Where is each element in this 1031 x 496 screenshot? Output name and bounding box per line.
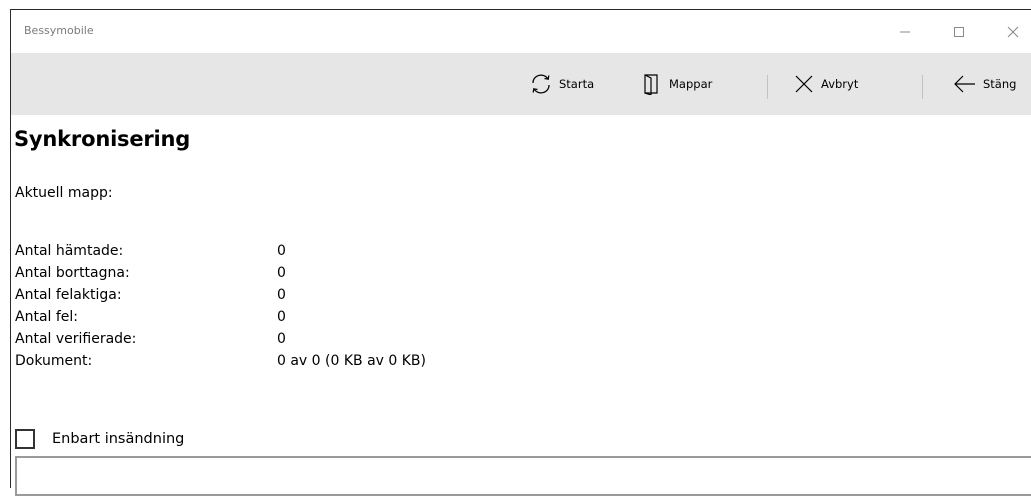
close-page-button[interactable]: Stäng	[953, 72, 1016, 96]
maximize-icon	[954, 27, 964, 37]
stat-verified-value: 0	[277, 331, 286, 347]
stat-faulty-label: Antal felaktiga:	[15, 287, 122, 303]
app-window: Bessymobile Starta Mappar Avbryt Stäng	[10, 9, 1031, 488]
close-icon	[1007, 26, 1019, 38]
stat-removed-label: Antal borttagna:	[15, 265, 130, 281]
stat-errors-label: Antal fel:	[15, 309, 79, 325]
log-textbox[interactable]	[15, 456, 1031, 496]
folder-book-icon	[644, 74, 658, 95]
app-title: Bessymobile	[24, 24, 94, 37]
current-folder-label: Aktuell mapp:	[15, 185, 113, 201]
stat-documents-value: 0 av 0 (0 KB av 0 KB)	[277, 353, 427, 369]
cancel-label: Avbryt	[821, 77, 859, 91]
only-submit-label[interactable]: Enbart insändning	[52, 429, 184, 449]
close-page-label: Stäng	[983, 77, 1017, 91]
stat-faulty-value: 0	[277, 287, 286, 303]
close-x-icon	[795, 75, 813, 93]
minimize-button[interactable]	[882, 18, 928, 46]
stat-downloaded-label: Antal hämtade:	[15, 243, 124, 259]
maximize-button[interactable]	[936, 18, 982, 46]
sync-icon	[532, 74, 550, 94]
title-bar[interactable]: Bessymobile	[11, 10, 1031, 53]
stat-removed-value: 0	[277, 265, 286, 281]
start-button[interactable]: Starta	[529, 72, 594, 96]
toolbar-separator	[767, 75, 768, 99]
stat-errors-value: 0	[277, 309, 286, 325]
back-arrow-icon	[954, 75, 975, 93]
minimize-icon	[900, 31, 910, 33]
stat-documents-label: Dokument:	[15, 353, 93, 369]
close-window-button[interactable]	[990, 18, 1031, 46]
page-title: Synkronisering	[14, 127, 191, 151]
start-label: Starta	[559, 77, 595, 91]
folders-label: Mappar	[669, 77, 713, 91]
cancel-button[interactable]: Avbryt	[793, 72, 858, 96]
stat-verified-label: Antal verifierade:	[15, 331, 137, 347]
folders-button[interactable]: Mappar	[641, 72, 712, 96]
only-submit-checkbox[interactable]	[15, 429, 35, 449]
toolbar-separator	[922, 75, 923, 99]
stat-downloaded-value: 0	[277, 243, 286, 259]
command-bar: Starta Mappar Avbryt Stäng	[11, 53, 1031, 115]
